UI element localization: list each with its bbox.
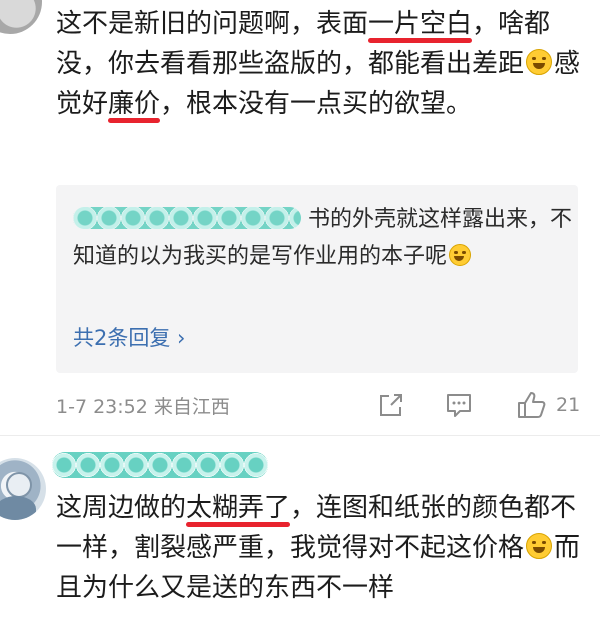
comment-text-segment: 这不是新旧的问题啊，表面 bbox=[56, 9, 369, 39]
avatar[interactable] bbox=[0, 0, 42, 34]
comment-icon[interactable] bbox=[444, 390, 474, 424]
reply-text-segment: 书的外壳就这样露 bbox=[308, 207, 485, 232]
share-icon[interactable] bbox=[376, 390, 406, 424]
reply-preview-box[interactable]: 书的外壳就这样露出来，不知道的以为我买的是写作业用的本子呢 共2条回复 › bbox=[56, 185, 578, 373]
comment-body: 这周边做的太糊弄了，连图和纸张的颜色都不一样，割裂感严重，我觉得对不起这价格 而且… bbox=[56, 488, 586, 608]
laughing-tears-emoji-icon bbox=[526, 49, 553, 75]
divider bbox=[0, 435, 600, 436]
comment-text-segment: ，根本没有一点买的欲望。 bbox=[160, 89, 473, 119]
smirk-emoji-icon bbox=[526, 533, 553, 559]
like-count: 21 bbox=[556, 394, 581, 416]
comment-actions: 21 bbox=[0, 388, 600, 422]
blurred-username bbox=[73, 207, 301, 229]
comment-text-segment: 这周边做的 bbox=[56, 493, 187, 523]
underlined-text: 廉价 bbox=[108, 89, 161, 119]
laughing-tears-emoji-icon bbox=[449, 244, 472, 266]
view-more-replies-link[interactable]: 共2条回复 › bbox=[73, 322, 185, 352]
underlined-text: 一片空白 bbox=[368, 9, 473, 39]
thumbs-up-icon[interactable] bbox=[516, 390, 548, 424]
comment-body: 这不是新旧的问题啊，表面一片空白，啥都没，你去看看那些盗版的，都能看出差距 感觉好… bbox=[56, 4, 586, 124]
reply-text: 书的外壳就这样露出来，不知道的以为我买的是写作业用的本子呢 bbox=[73, 201, 573, 275]
underlined-text: 太糊弄了 bbox=[186, 493, 291, 523]
blurred-username[interactable] bbox=[52, 452, 268, 478]
avatar[interactable] bbox=[0, 458, 46, 520]
